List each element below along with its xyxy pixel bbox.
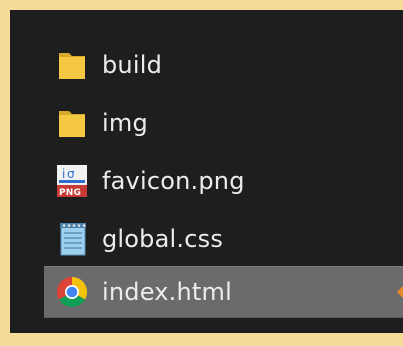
file-explorer-panel: build img i σ PNG favicon.png global.css… (10, 10, 403, 333)
folder-icon (52, 103, 92, 143)
png-file-icon: i σ PNG (52, 161, 92, 201)
svg-text:PNG: PNG (59, 188, 81, 198)
file-name: global.css (102, 225, 224, 253)
file-name: build (102, 51, 163, 79)
file-name: favicon.png (102, 167, 245, 195)
folder-icon (52, 45, 92, 85)
file-item-favicon-png[interactable]: i σ PNG favicon.png (44, 156, 403, 206)
file-item-index-html[interactable]: index.html (44, 266, 403, 318)
file-name: index.html (102, 278, 232, 306)
svg-text:i: i (62, 167, 66, 181)
file-name: img (102, 109, 148, 137)
notepad-file-icon (52, 219, 92, 259)
file-item-build[interactable]: build (44, 40, 403, 90)
chrome-icon (52, 272, 92, 312)
file-item-global-css[interactable]: global.css (44, 214, 403, 264)
file-item-img[interactable]: img (44, 98, 403, 148)
status-marker (396, 284, 403, 300)
svg-text:σ: σ (67, 167, 75, 181)
